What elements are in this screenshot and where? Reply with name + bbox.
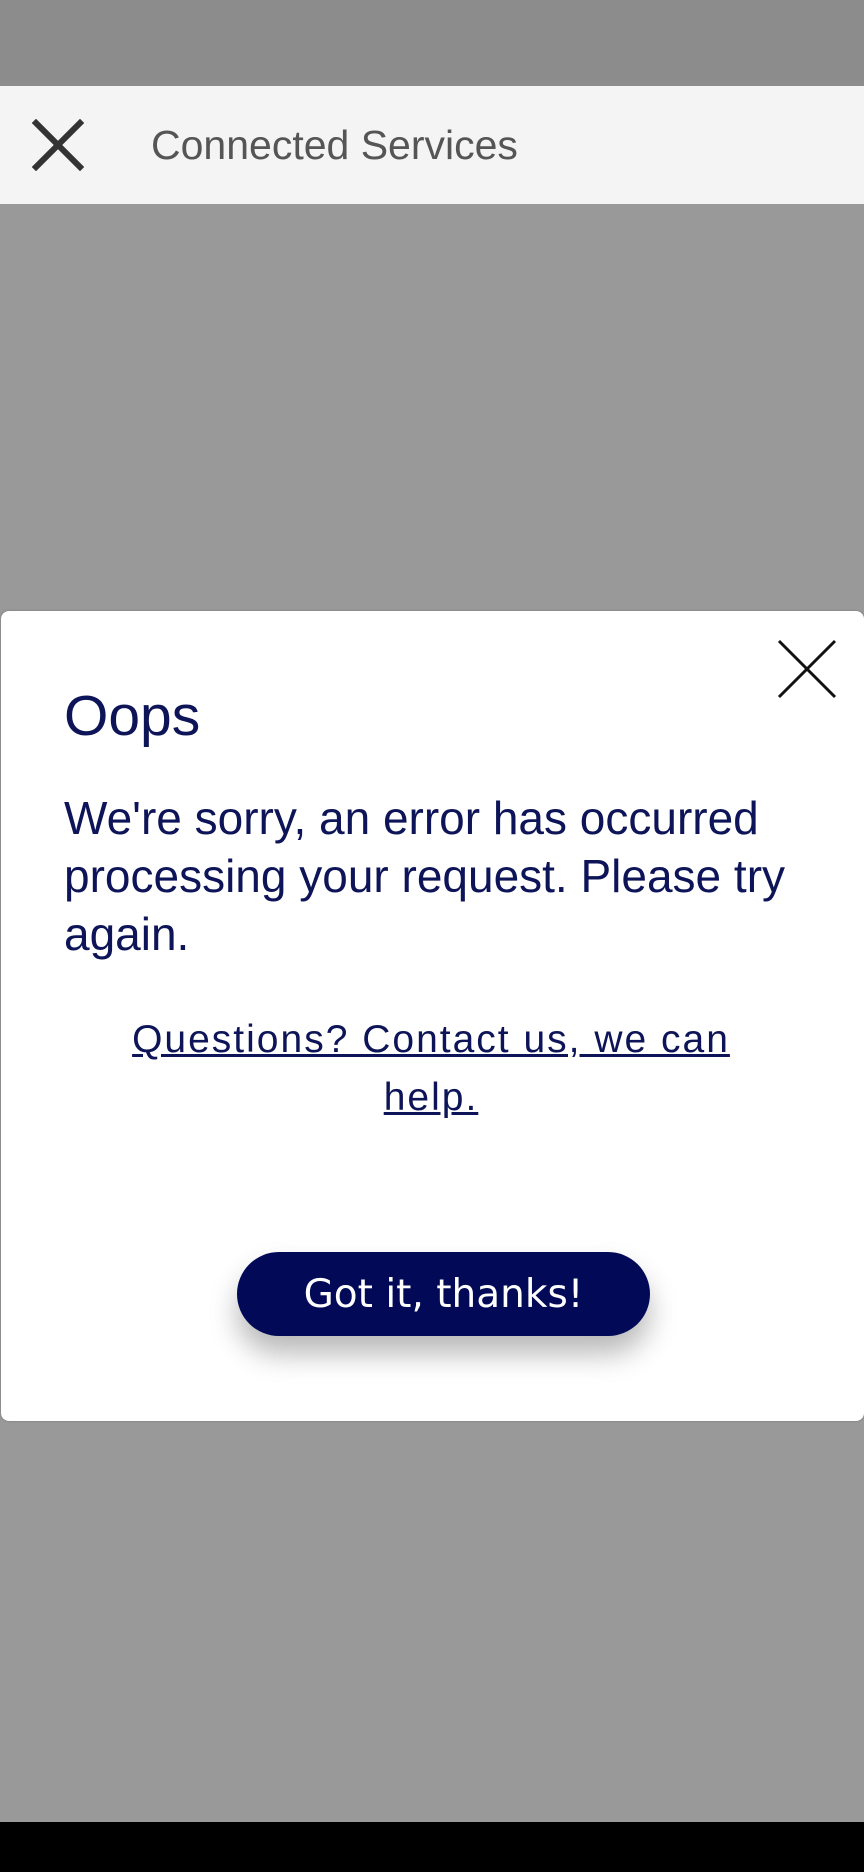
app-header: Connected Services: [0, 86, 864, 204]
error-dialog: Oops We're sorry, an error has occurred …: [1, 611, 864, 1421]
error-message: We're sorry, an error has occurred proce…: [64, 792, 786, 960]
status-bar: [0, 0, 864, 86]
got-it-button[interactable]: Got it, thanks!: [237, 1252, 650, 1336]
close-icon: [777, 639, 837, 699]
header-close-button[interactable]: [22, 112, 94, 178]
page-title: Connected Services: [151, 122, 518, 168]
dialog-title: Oops: [64, 684, 201, 748]
dialog-close-button[interactable]: [774, 636, 840, 702]
contact-us-link[interactable]: Questions? Contact us, we can help.: [101, 1011, 761, 1127]
system-navigation-bar: [0, 1822, 864, 1872]
close-icon: [32, 119, 84, 171]
